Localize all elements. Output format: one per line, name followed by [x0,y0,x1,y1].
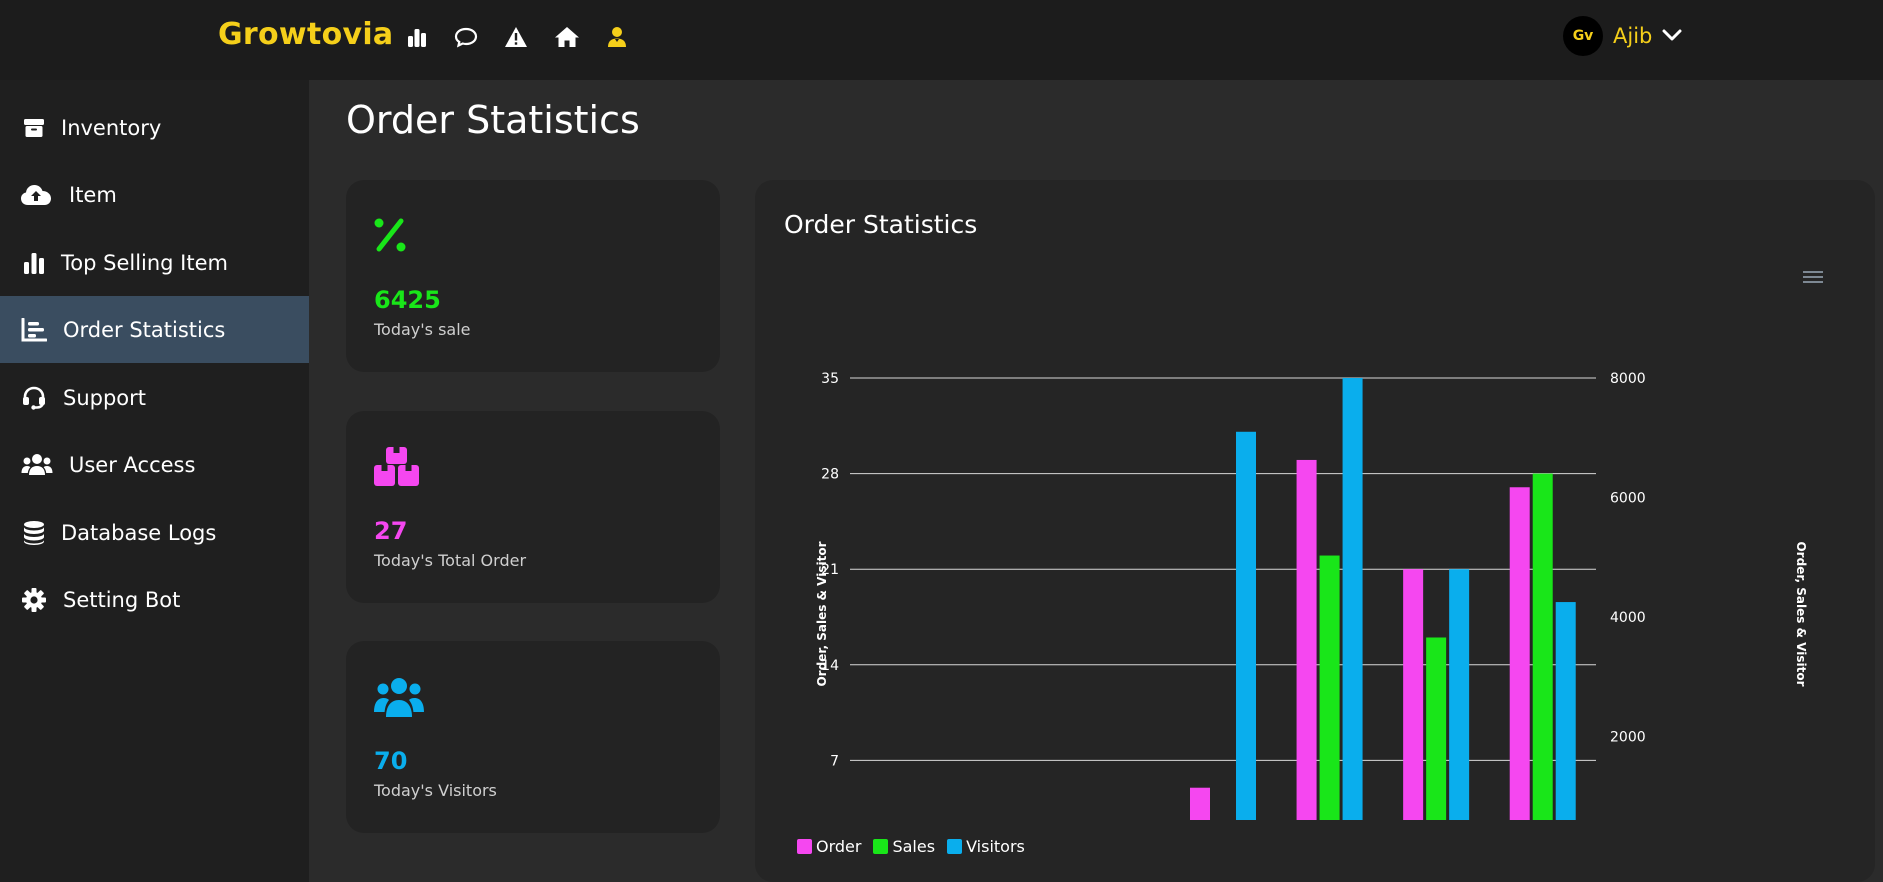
avatar[interactable]: Gv [1563,16,1603,56]
y-tick-label-left: 35 [821,371,839,387]
stat-label: Today's sale [374,320,471,339]
page-title: Order Statistics [346,98,640,142]
stat-label: Today's Visitors [374,781,497,800]
bar-chart-icon [20,249,48,277]
cloud-upload-icon [19,181,53,209]
bar-visitors [1449,569,1470,820]
stat-label: Today's Total Order [374,551,527,570]
legend-item-order[interactable]: Order [797,837,861,856]
sidebar-item-label: Item [69,182,117,207]
y-tick-label-right: 4000 [1610,610,1646,626]
sidebar-item-user-access[interactable]: User Access [0,431,309,498]
stat-value: 70 [374,747,408,775]
sidebar-item-label: Order Statistics [63,317,226,342]
bar-visitors [1342,378,1363,820]
legend-swatch [797,839,812,854]
legend-item-visitors[interactable]: Visitors [947,837,1025,856]
y-tick-label-left: 28 [821,467,839,483]
bar-sales [1426,637,1447,820]
chat-icon[interactable] [452,23,480,51]
sidebar-item-setting-bot[interactable]: Setting Bot [0,566,309,633]
sidebar-item-top-selling-item[interactable]: Top Selling Item [0,229,309,296]
home-icon[interactable] [553,23,581,51]
y-tick-label-right: 6000 [1610,491,1646,507]
stat-card-sales: 6425 Today's sale [346,180,720,372]
chart-legend: Order Sales Visitors [797,837,1037,856]
bar-order [1509,487,1530,820]
user-menu[interactable]: Gv Ajib [1563,16,1682,56]
bar-visitors [1555,602,1576,820]
bar-order [1403,569,1424,820]
legend-label: Order [816,837,862,856]
sidebar-item-label: Top Selling Item [61,250,228,275]
stat-card-orders: 27 Today's Total Order [346,411,720,603]
stat-value: 27 [374,517,408,545]
legend-label: Visitors [966,837,1025,856]
sidebar-item-database-logs[interactable]: Database Logs [0,499,309,566]
sidebar-item-item[interactable]: Item [0,161,309,228]
sidebar-item-label: User Access [69,452,196,477]
sidebar-item-inventory[interactable]: Inventory [0,94,309,161]
bar-sales [1532,473,1553,820]
users-icon [20,451,54,479]
database-icon [20,519,48,547]
y-axis-label-right: Order, Sales & Visitor [1794,541,1808,686]
user-icon[interactable] [603,23,631,51]
stat-value: 6425 [374,286,441,314]
bar-visitors [1236,431,1256,820]
percent-icon [374,218,420,264]
bar-order [1190,787,1210,820]
top-bar: Growtovia Gv Ajib [0,0,1883,80]
bar-sales [1319,555,1340,820]
y-tick-label-left: 7 [830,753,839,769]
sidebar-item-label: Database Logs [61,520,217,545]
brand-logo[interactable]: Growtovia [218,17,393,52]
y-tick-label-right: 8000 [1610,371,1646,387]
legend-swatch [873,839,889,854]
sidebar-item-label: Inventory [61,115,162,140]
legend-label: Sales [892,837,936,856]
stat-card-visitors: 70 Today's Visitors [346,641,720,833]
chart-card: Order Statistics 07142128350200040006000… [755,180,1875,882]
sidebar: Inventory Item Top Selling Item Order St… [0,80,309,882]
sidebar-item-order-statistics[interactable]: Order Statistics [0,296,309,363]
box-icon [20,114,48,142]
bar-chart: 07142128350200040006000800010 Jul11 Jul1… [815,371,1808,820]
chevron-down-icon[interactable] [1662,27,1682,46]
boxes-icon [374,447,420,493]
users-icon [374,677,424,723]
sidebar-item-label: Support [63,385,147,410]
legend-item-sales[interactable]: Sales [873,837,935,856]
bar-order [1296,459,1317,820]
bar-chart-icon[interactable] [403,23,431,51]
warning-icon[interactable] [502,23,530,51]
headset-icon [20,384,48,412]
sidebar-item-label: Setting Bot [63,587,181,612]
main-content: Order Statistics 6425 Today's sale 27 To… [309,80,1883,882]
chart-list-icon [20,316,48,344]
y-axis-label-left: Order, Sales & Visitor [815,541,829,686]
sidebar-item-support[interactable]: Support [0,364,309,431]
legend-swatch [947,839,963,854]
y-tick-label-right: 2000 [1610,730,1646,746]
user-name[interactable]: Ajib [1613,24,1652,48]
gear-icon [20,586,48,614]
